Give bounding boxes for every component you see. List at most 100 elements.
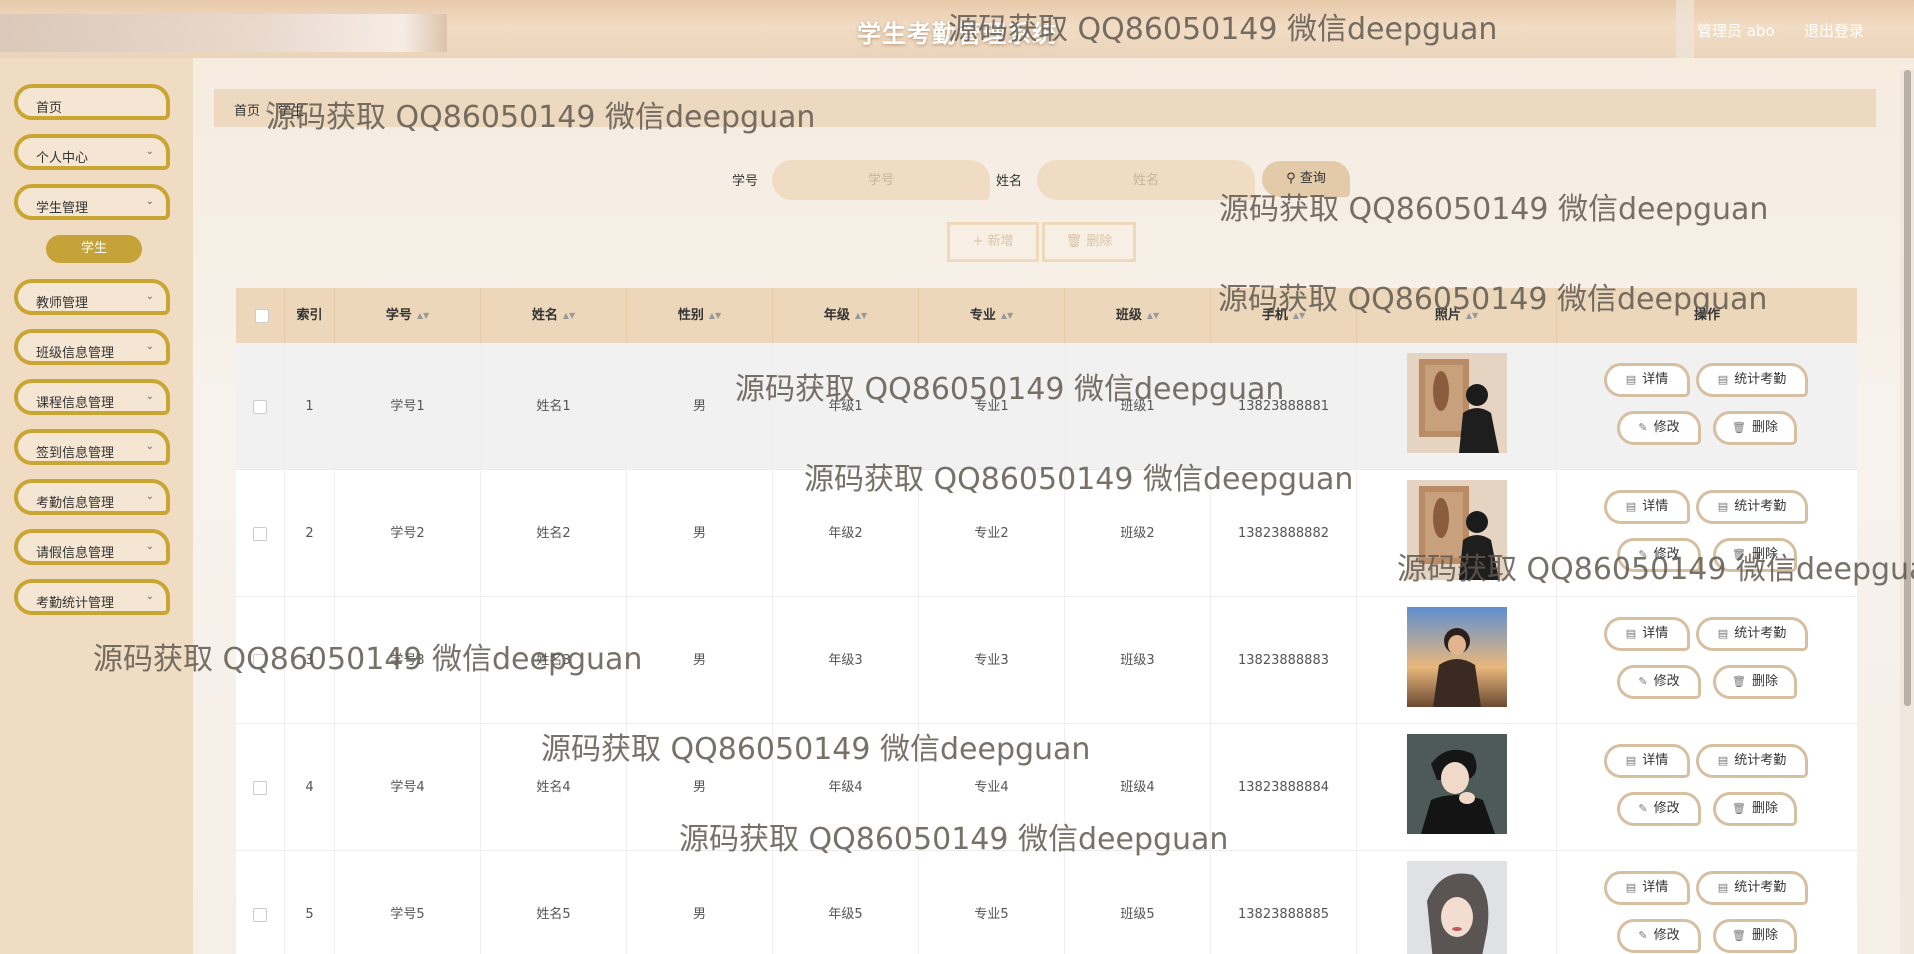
row-select-cell xyxy=(236,343,285,470)
column-header-major[interactable]: 专业 ▲▼ xyxy=(919,288,1065,343)
row-select-cell xyxy=(236,597,285,724)
student-photo[interactable] xyxy=(1407,480,1507,580)
name-cell: 姓名4 xyxy=(481,724,627,851)
chevron-down-icon: ⌄ xyxy=(145,541,154,552)
column-header-grade[interactable]: 年级 ▲▼ xyxy=(773,288,919,343)
edit-button[interactable]: ✎ 修改 xyxy=(1617,919,1701,953)
sidebar-item-label: 请假信息管理 xyxy=(36,546,115,561)
logout-link[interactable]: 退出登录 xyxy=(1804,20,1864,41)
student-no-search-input[interactable] xyxy=(772,160,990,200)
app-title: 学生考勤管理系统 xyxy=(857,20,1057,48)
index-cell: 2 xyxy=(285,470,335,597)
detail-button[interactable]: ▤ 详情 xyxy=(1604,871,1690,905)
detail-button[interactable]: ▤ 详情 xyxy=(1604,363,1690,397)
row-checkbox[interactable] xyxy=(253,781,267,795)
edit-button[interactable]: ✎ 修改 xyxy=(1617,411,1701,445)
edit-button-label: 修改 xyxy=(1653,801,1680,816)
edit-button[interactable]: ✎ 修改 xyxy=(1617,538,1701,572)
grade-cell: 年级4 xyxy=(773,724,919,851)
sort-icon[interactable]: ▲▼ xyxy=(1147,311,1159,320)
document-icon: ▤ xyxy=(1625,754,1637,767)
sidebar-item-label: 考勤统计管理 xyxy=(36,596,115,611)
pencil-icon: ✎ xyxy=(1638,421,1648,434)
column-header-label: 班级 xyxy=(1115,308,1142,323)
sort-icon[interactable]: ▲▼ xyxy=(1466,311,1478,320)
edit-button[interactable]: ✎ 修改 xyxy=(1617,792,1701,826)
student-no-cell: 学号2 xyxy=(335,470,481,597)
phone-cell: 13823888884 xyxy=(1211,724,1357,851)
row-checkbox[interactable] xyxy=(253,527,267,541)
sort-icon[interactable]: ▲▼ xyxy=(855,311,867,320)
student-photo[interactable] xyxy=(1407,861,1507,954)
phone-cell: 13823888885 xyxy=(1211,851,1357,954)
delete-button[interactable]: 🗑 删除 xyxy=(1713,538,1797,572)
index-cell: 4 xyxy=(285,724,335,851)
student-no-label: 学号 xyxy=(732,174,759,189)
student-photo[interactable] xyxy=(1407,607,1507,707)
sidebar-item-label: 班级信息管理 xyxy=(36,346,115,361)
column-header-label: 姓名 xyxy=(531,308,558,323)
sidebar-subitem-student[interactable]: 学生 xyxy=(46,235,142,263)
attendance-stats-button[interactable]: ▤ 统计考勤 xyxy=(1696,871,1808,905)
page-scrollbar[interactable] xyxy=(1900,70,1914,954)
attendance-stats-button[interactable]: ▤ 统计考勤 xyxy=(1696,363,1808,397)
sidebar-item-course-info[interactable]: 课程信息管理 ⌄ xyxy=(14,379,170,415)
sort-icon[interactable]: ▲▼ xyxy=(709,311,721,320)
table-row: 3 学号3 姓名3 男年级3 专业3 班级3 13823888883 ▤ 详情 ▤ 统计考勤 ✎ 修改 🗑… xyxy=(236,597,1857,724)
attendance-stats-button[interactable]: ▤ 统计考勤 xyxy=(1696,617,1808,651)
query-button[interactable]: ⚲ 查询 xyxy=(1262,161,1350,197)
scrollbar-thumb[interactable] xyxy=(1904,70,1911,706)
sidebar-item-home[interactable]: 首页 xyxy=(14,84,170,120)
edit-button[interactable]: ✎ 修改 xyxy=(1617,665,1701,699)
sidebar-item-checkin-info[interactable]: 签到信息管理 ⌄ xyxy=(14,429,170,465)
delete-button[interactable]: 🗑 删除 xyxy=(1713,411,1797,445)
delete-button[interactable]: 🗑 删除 xyxy=(1713,792,1797,826)
sort-icon[interactable]: ▲▼ xyxy=(563,311,575,320)
sidebar-item-personal-center[interactable]: 个人中心 ⌄ xyxy=(14,134,170,170)
sidebar-item-student-management[interactable]: 学生管理 ⌄ xyxy=(14,184,170,220)
attendance-stats-button[interactable]: ▤ 统计考勤 xyxy=(1696,744,1808,778)
detail-button[interactable]: ▤ 详情 xyxy=(1604,744,1690,778)
sidebar-item-attendance-stats[interactable]: 考勤统计管理 ⌄ xyxy=(14,579,170,615)
plus-icon: + xyxy=(972,234,988,249)
batch-delete-button[interactable]: 🗑 删除 xyxy=(1042,222,1136,262)
sidebar-item-attendance-info[interactable]: 考勤信息管理 ⌄ xyxy=(14,479,170,515)
table-row: 1 学号1 姓名1 男年级1 专业1 班级1 13823888881 ▤ 详情 ▤ 统计考勤 ✎ 修改 🗑… xyxy=(236,343,1857,470)
detail-button[interactable]: ▤ 详情 xyxy=(1604,617,1690,651)
chevron-down-icon: ⌄ xyxy=(145,341,154,352)
column-header-class[interactable]: 班级 ▲▼ xyxy=(1065,288,1211,343)
trash-icon: 🗑 xyxy=(1732,929,1746,942)
row-checkbox[interactable] xyxy=(253,654,267,668)
column-header-gender[interactable]: 性别 ▲▼ xyxy=(627,288,773,343)
index-cell: 1 xyxy=(285,343,335,470)
sidebar-item-teacher-management[interactable]: 教师管理 ⌄ xyxy=(14,279,170,315)
delete-button[interactable]: 🗑 删除 xyxy=(1713,919,1797,953)
column-header-student-no[interactable]: 学号 ▲▼ xyxy=(335,288,481,343)
detail-button[interactable]: ▤ 详情 xyxy=(1604,490,1690,524)
sidebar-item-leave-info[interactable]: 请假信息管理 ⌄ xyxy=(14,529,170,565)
column-header-photo[interactable]: 照片 ▲▼ xyxy=(1357,288,1557,343)
delete-button[interactable]: 🗑 删除 xyxy=(1713,665,1797,699)
select-all-checkbox[interactable] xyxy=(255,309,269,323)
trash-icon: 🗑 xyxy=(1732,802,1746,815)
column-header-name[interactable]: 姓名 ▲▼ xyxy=(481,288,627,343)
add-button[interactable]: + 新增 xyxy=(947,222,1039,262)
detail-button-label: 详情 xyxy=(1642,753,1669,768)
batch-delete-label: 删除 xyxy=(1086,234,1113,249)
sort-icon[interactable]: ▲▼ xyxy=(1293,311,1305,320)
student-photo[interactable] xyxy=(1407,353,1507,453)
column-header-label: 学号 xyxy=(385,308,412,323)
delete-button-label: 删除 xyxy=(1751,928,1778,943)
breadcrumb-home[interactable]: 首页 xyxy=(234,100,260,119)
row-checkbox[interactable] xyxy=(253,908,267,922)
column-header-phone[interactable]: 手机 ▲▼ xyxy=(1211,288,1357,343)
attendance-stats-button[interactable]: ▤ 统计考勤 xyxy=(1696,490,1808,524)
sidebar-item-label: 学生管理 xyxy=(36,201,89,216)
sort-icon[interactable]: ▲▼ xyxy=(417,311,429,320)
grade-cell: 年级2 xyxy=(773,470,919,597)
name-search-input[interactable] xyxy=(1037,160,1255,200)
row-checkbox[interactable] xyxy=(253,400,267,414)
student-photo[interactable] xyxy=(1407,734,1507,834)
sidebar-item-class-info[interactable]: 班级信息管理 ⌄ xyxy=(14,329,170,365)
sort-icon[interactable]: ▲▼ xyxy=(1001,311,1013,320)
